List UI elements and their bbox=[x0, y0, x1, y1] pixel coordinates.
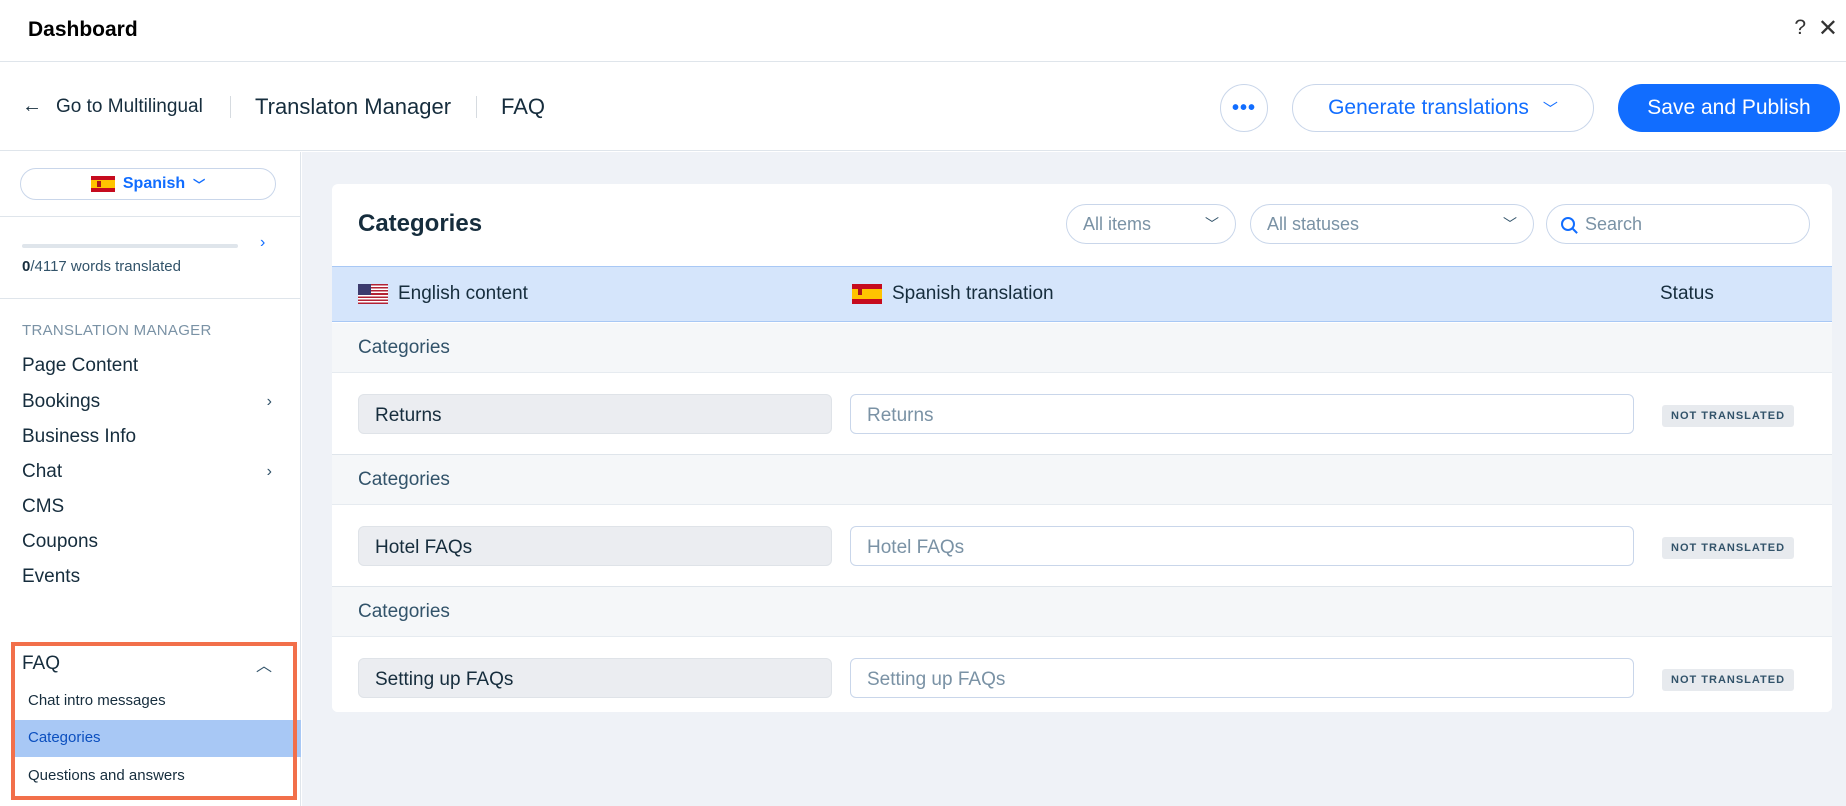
divider bbox=[230, 96, 231, 118]
sidebar-item-business-info[interactable]: Business Info bbox=[22, 426, 272, 448]
sidebar-item-label: Business Info bbox=[22, 426, 137, 447]
sidebar-item-page-content[interactable]: Page Content bbox=[22, 355, 272, 377]
chevron-right-icon: › bbox=[266, 463, 272, 480]
breadcrumb-faq: FAQ bbox=[501, 94, 546, 119]
filter-label: All items bbox=[1083, 213, 1152, 234]
group-label: Categories bbox=[358, 337, 450, 358]
save-and-publish-button[interactable]: Save and Publish bbox=[1618, 84, 1840, 132]
sidebar-item-label: Events bbox=[22, 566, 81, 587]
sidebar-item-label: Chat bbox=[22, 461, 63, 482]
translation-input[interactable]: Setting up FAQs bbox=[850, 658, 1634, 698]
group-row: Categories bbox=[332, 587, 1832, 637]
more-actions-button[interactable]: ••• bbox=[1220, 84, 1268, 132]
group-row: Categories bbox=[332, 323, 1832, 373]
language-selector[interactable]: Spanish ﹀ bbox=[20, 168, 276, 200]
chevron-down-icon: ﹀ bbox=[1503, 216, 1517, 232]
sidebar-item-label: Coupons bbox=[22, 531, 99, 552]
group-row: Categories bbox=[332, 455, 1832, 505]
chevron-down-icon: ﹀ bbox=[1205, 216, 1219, 232]
group-label: Categories bbox=[358, 601, 450, 622]
sidebar-item-events[interactable]: Events bbox=[22, 566, 272, 588]
table-header: English content Spanish translation Stat… bbox=[332, 266, 1832, 322]
generate-translations-button[interactable]: Generate translations ﹀ bbox=[1292, 84, 1594, 132]
spain-flag-icon bbox=[852, 284, 882, 304]
breadcrumb-translation-manager: Translaton Manager bbox=[255, 94, 452, 119]
chevron-down-icon: ﹀ bbox=[1542, 100, 1558, 118]
chevron-right-icon: › bbox=[266, 393, 272, 410]
progress-text: 0/4117 words translated bbox=[22, 258, 181, 275]
column-status: Status bbox=[1660, 283, 1714, 305]
status-badge: NOT TRANSLATED bbox=[1662, 669, 1795, 691]
sidebar-item-label: Page Content bbox=[22, 355, 139, 376]
table-row: Returns Returns NOT TRANSLATED bbox=[332, 373, 1832, 455]
column-label: English content bbox=[398, 283, 528, 304]
categories-card: Categories All items ﹀ All statuses ﹀ Se… bbox=[332, 184, 1832, 712]
translation-input[interactable]: Returns bbox=[850, 394, 1634, 434]
back-to-multilingual-link[interactable]: ← Go to Multilingual bbox=[22, 95, 203, 118]
filter-label: All statuses bbox=[1267, 213, 1360, 234]
search-icon bbox=[1561, 217, 1575, 231]
sidebar-item-coupons[interactable]: Coupons bbox=[22, 531, 272, 553]
sidebar-item-label: CMS bbox=[22, 496, 65, 517]
source-text: Hotel FAQs bbox=[358, 526, 832, 566]
sidebar-item-cms[interactable]: CMS bbox=[22, 496, 272, 518]
generate-label: Generate translations bbox=[1328, 96, 1529, 119]
table-row: Setting up FAQs Setting up FAQs NOT TRAN… bbox=[332, 637, 1832, 712]
chevron-right-icon[interactable]: › bbox=[260, 234, 265, 252]
spain-flag-icon bbox=[90, 176, 115, 192]
progress-total: /4117 words translated bbox=[30, 258, 181, 275]
sidebar: Spanish ﹀ › 0/4117 words translated TRAN… bbox=[0, 152, 301, 806]
divider bbox=[0, 298, 301, 299]
all-items-filter[interactable]: All items ﹀ bbox=[1066, 204, 1236, 244]
top-bar: Dashboard ? ✕ bbox=[0, 0, 1846, 62]
help-icon[interactable]: ? bbox=[1794, 16, 1806, 40]
column-english-content: English content bbox=[358, 283, 528, 305]
source-text: Setting up FAQs bbox=[358, 658, 832, 698]
card-title: Categories bbox=[358, 210, 483, 237]
close-icon[interactable]: ✕ bbox=[1818, 14, 1838, 43]
back-label: Go to Multilingual bbox=[56, 95, 203, 117]
us-flag-icon bbox=[358, 284, 388, 304]
group-label: Categories bbox=[358, 469, 450, 490]
search-input[interactable]: Search bbox=[1546, 204, 1810, 244]
ellipsis-icon: ••• bbox=[1231, 96, 1256, 119]
source-text: Returns bbox=[358, 394, 832, 434]
sidebar-item-bookings[interactable]: Bookings › bbox=[22, 391, 272, 413]
divider bbox=[0, 216, 301, 217]
sidebar-item-chat[interactable]: Chat › bbox=[22, 461, 272, 483]
translation-input[interactable]: Hotel FAQs bbox=[850, 526, 1634, 566]
arrow-left-icon: ← bbox=[22, 95, 42, 117]
main-content: Categories All items ﹀ All statuses ﹀ Se… bbox=[302, 152, 1846, 806]
language-label: Spanish bbox=[122, 175, 186, 192]
status-badge: NOT TRANSLATED bbox=[1662, 405, 1795, 427]
status-badge: NOT TRANSLATED bbox=[1662, 537, 1795, 559]
divider bbox=[476, 96, 477, 118]
sidebar-item-label: Bookings bbox=[22, 391, 101, 412]
column-spanish-translation: Spanish translation bbox=[852, 283, 1054, 305]
all-statuses-filter[interactable]: All statuses ﹀ bbox=[1250, 204, 1534, 244]
column-label: Status bbox=[1660, 283, 1714, 304]
search-placeholder: Search bbox=[1585, 213, 1643, 234]
section-label: TRANSLATION MANAGER bbox=[22, 322, 212, 339]
chevron-down-icon: ﹀ bbox=[193, 177, 206, 192]
page-header: ← Go to Multilingual Translaton Manager … bbox=[0, 63, 1846, 151]
table-row: Hotel FAQs Hotel FAQs NOT TRANSLATED bbox=[332, 505, 1832, 587]
translation-progress-bar bbox=[22, 244, 238, 248]
column-label: Spanish translation bbox=[892, 283, 1054, 304]
faq-highlight-box bbox=[11, 642, 297, 800]
dashboard-title: Dashboard bbox=[28, 18, 138, 41]
